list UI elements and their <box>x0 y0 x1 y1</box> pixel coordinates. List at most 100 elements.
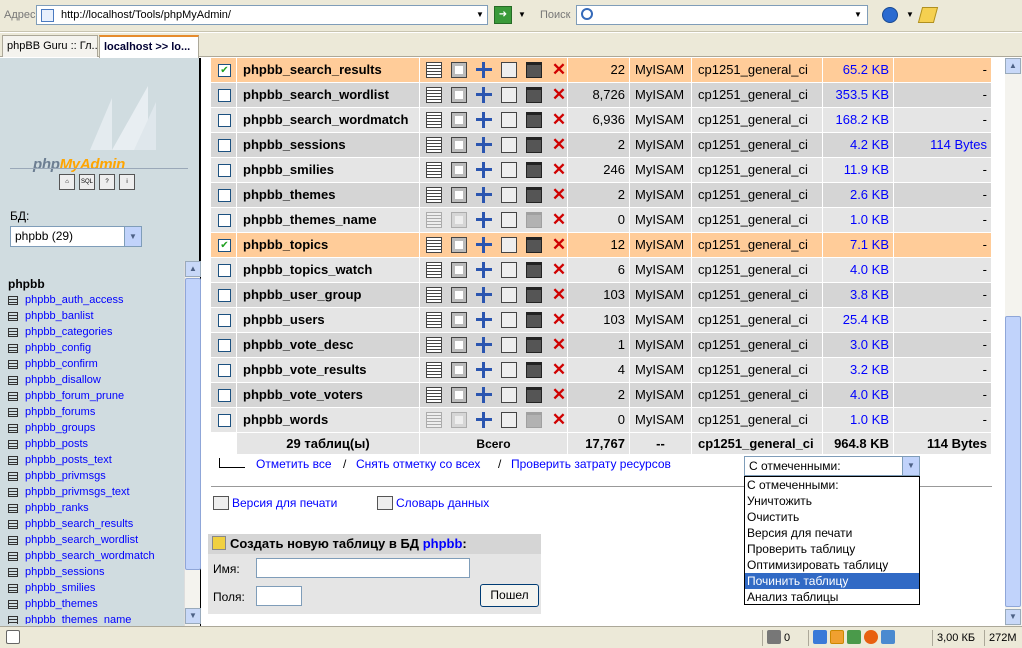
sidebar-table-item[interactable]: phpbb_groups <box>8 420 184 436</box>
table-icon[interactable] <box>8 391 18 401</box>
table-name[interactable]: phpbb_search_wordmatch <box>237 108 420 132</box>
overhead[interactable]: 114 Bytes <box>894 133 992 157</box>
network-icon[interactable] <box>813 630 827 644</box>
sidebar-table-label[interactable]: phpbb_banlist <box>25 310 94 322</box>
sql-icon[interactable]: SQL <box>79 174 95 190</box>
table-row[interactable]: phpbb_vote_voters ✕ 2 MyISAM cp1251_general_… <box>211 383 992 408</box>
insert-icon[interactable] <box>476 287 492 303</box>
table-icon[interactable] <box>8 535 18 545</box>
sidebar-table-label[interactable]: phpbb_privmsgs <box>25 470 106 482</box>
search-icon[interactable] <box>451 62 467 78</box>
sidebar-table-item[interactable]: phpbb_search_wordmatch <box>8 548 184 564</box>
drop-x-icon[interactable]: ✕ <box>551 236 567 253</box>
sidebar-table-label[interactable]: phpbb_categories <box>25 326 112 338</box>
structure-icon[interactable] <box>501 287 517 303</box>
drop-x-icon[interactable]: ✕ <box>551 86 567 103</box>
dropdown-option[interactable]: С отмеченными: <box>745 477 919 493</box>
scrollbar-thumb[interactable] <box>185 278 201 570</box>
sidebar-table-label[interactable]: phpbb_forums <box>25 406 95 418</box>
empty-trash-icon[interactable] <box>526 387 542 403</box>
table-icon[interactable] <box>8 519 18 529</box>
browse-icon[interactable] <box>426 112 442 128</box>
table-name[interactable]: phpbb_vote_results <box>237 358 420 382</box>
table-row[interactable]: ✔ phpbb_search_results ✕ 22 MyISAM cp1251_gen… <box>211 58 992 83</box>
dropdown-option[interactable]: Очистить <box>745 509 919 525</box>
structure-icon[interactable] <box>501 337 517 353</box>
browse-icon[interactable] <box>426 412 442 428</box>
sidebar-table-label[interactable]: phpbb_search_results <box>25 518 133 530</box>
insert-icon[interactable] <box>476 337 492 353</box>
sidebar-table-label[interactable]: phpbb_groups <box>25 422 95 434</box>
scroll-up-icon[interactable]: ▲ <box>1005 58 1021 74</box>
search-icon[interactable] <box>451 387 467 403</box>
db-name[interactable]: phpbb <box>8 276 184 292</box>
search-icon[interactable] <box>451 262 467 278</box>
structure-icon[interactable] <box>501 187 517 203</box>
table-row[interactable]: phpbb_users ✕ 103 MyISAM cp1251_general_ci 25… <box>211 308 992 333</box>
check-overhead-link[interactable]: Проверить затрату ресурсов <box>511 457 671 471</box>
go-button[interactable]: Пошел <box>480 584 539 607</box>
structure-icon[interactable] <box>501 137 517 153</box>
scroll-down-icon[interactable]: ▼ <box>1005 609 1021 625</box>
phpmyadmin-logo[interactable]: phpMyAdmin <box>24 80 179 180</box>
table-name[interactable]: phpbb_topics <box>237 233 420 257</box>
go-arrow-icon[interactable]: ➜ <box>494 6 512 24</box>
table-size[interactable]: 3.2 KB <box>823 358 894 382</box>
structure-icon[interactable] <box>501 412 517 428</box>
table-icon[interactable] <box>8 311 18 321</box>
table-icon[interactable] <box>8 407 18 417</box>
table-row[interactable]: phpbb_smilies ✕ 246 MyISAM cp1251_general_ci… <box>211 158 992 183</box>
drop-x-icon[interactable]: ✕ <box>551 61 567 78</box>
browse-icon[interactable] <box>426 287 442 303</box>
browse-icon[interactable] <box>426 337 442 353</box>
sidebar-table-item[interactable]: phpbb_ranks <box>8 500 184 516</box>
sidebar-table-item[interactable]: phpbb_posts_text <box>8 452 184 468</box>
table-icon[interactable] <box>8 439 18 449</box>
chevron-down-icon[interactable]: ▼ <box>902 457 919 475</box>
docs-icon[interactable]: i <box>119 174 135 190</box>
dropdown-option[interactable]: Починить таблицу <box>745 573 919 589</box>
sidebar-table-item[interactable]: phpbb_config <box>8 340 184 356</box>
table-size[interactable]: 2.6 KB <box>823 183 894 207</box>
empty-trash-icon[interactable] <box>526 237 542 253</box>
browse-icon[interactable] <box>426 187 442 203</box>
structure-icon[interactable] <box>501 212 517 228</box>
insert-icon[interactable] <box>476 212 492 228</box>
search-icon[interactable] <box>451 337 467 353</box>
row-checkbox[interactable] <box>218 289 231 302</box>
drop-x-icon[interactable]: ✕ <box>551 161 567 178</box>
search-icon[interactable] <box>451 237 467 253</box>
refresh-icon[interactable] <box>847 630 861 644</box>
empty-trash-icon[interactable] <box>526 112 542 128</box>
empty-trash-icon[interactable] <box>526 187 542 203</box>
insert-icon[interactable] <box>476 262 492 278</box>
browse-icon[interactable] <box>426 262 442 278</box>
row-checkbox[interactable]: ✔ <box>218 64 231 77</box>
print-view-link[interactable]: Версия для печати <box>213 496 337 510</box>
search-icon[interactable] <box>451 287 467 303</box>
download-icon[interactable] <box>881 630 895 644</box>
tab-phpbb-guru[interactable]: phpBB Guru :: Гл... <box>2 35 98 57</box>
scroll-up-icon[interactable]: ▲ <box>185 261 201 277</box>
popup-blocker-icon[interactable] <box>830 630 844 644</box>
table-row[interactable]: phpbb_words ✕ 0 MyISAM cp1251_general_ci 1.0 … <box>211 408 992 433</box>
table-row[interactable]: phpbb_sessions ✕ 2 MyISAM cp1251_general_ci 4… <box>211 133 992 158</box>
highlighter-icon[interactable] <box>917 7 939 23</box>
structure-icon[interactable] <box>501 237 517 253</box>
row-checkbox[interactable] <box>218 214 231 227</box>
data-dictionary-link[interactable]: Словарь данных <box>377 496 489 510</box>
globe-icon[interactable] <box>882 7 898 23</box>
row-checkbox[interactable] <box>218 314 231 327</box>
sidebar-table-item[interactable]: phpbb_categories <box>8 324 184 340</box>
structure-icon[interactable] <box>501 387 517 403</box>
table-icon[interactable] <box>8 487 18 497</box>
drop-x-icon[interactable]: ✕ <box>551 336 567 353</box>
sidebar-table-label[interactable]: phpbb_search_wordlist <box>25 534 138 546</box>
browse-icon[interactable] <box>426 162 442 178</box>
sidebar-table-label[interactable]: phpbb_confirm <box>25 358 98 370</box>
table-row[interactable]: phpbb_vote_results ✕ 4 MyISAM cp1251_general… <box>211 358 992 383</box>
dropdown-option[interactable]: Анализ таблицы <box>745 589 919 605</box>
row-checkbox[interactable] <box>218 114 231 127</box>
table-name[interactable]: phpbb_smilies <box>237 158 420 182</box>
db-select[interactable]: phpbb (29) ▼ <box>10 226 142 247</box>
